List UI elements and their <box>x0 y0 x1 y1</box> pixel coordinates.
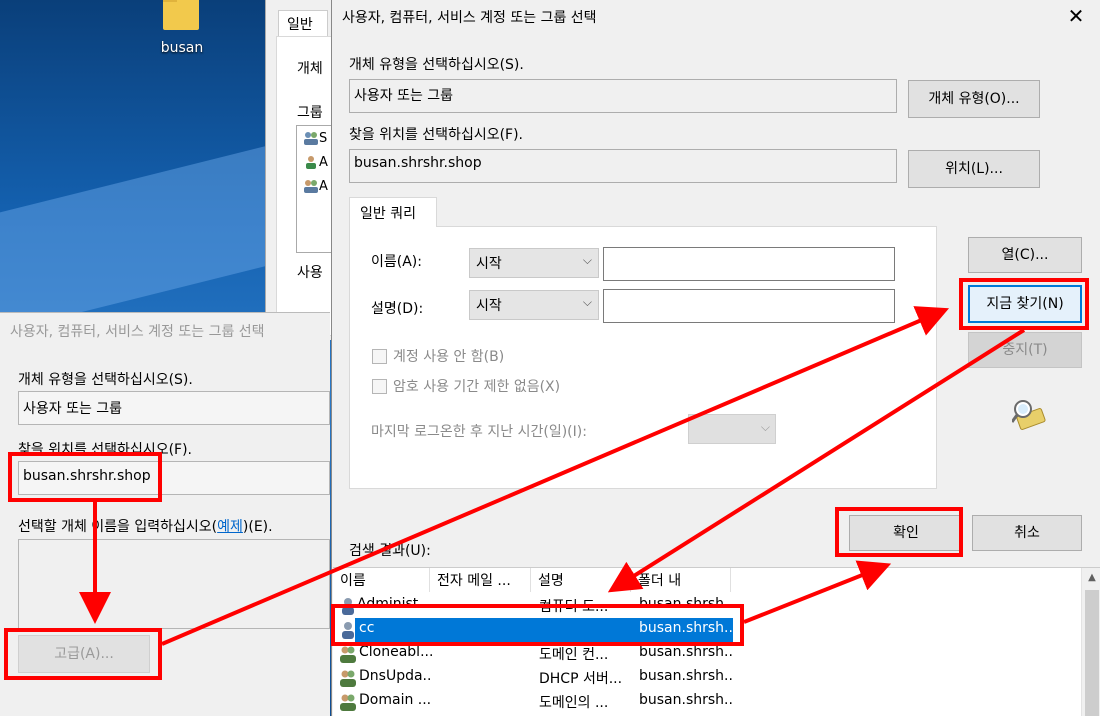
examples-link[interactable]: 예제 <box>217 519 243 535</box>
common-queries-panel: 이름(A): 시작 ⌵ 설명(D): 시작 ⌵ 계정 사용 안 함(B) 암호 … <box>349 226 937 489</box>
object-type-field: 사용자 또는 그룹 <box>349 79 897 113</box>
list-item-label: S <box>319 130 328 146</box>
object-type-label: 개체 유형을 선택하십시오(S). <box>18 372 193 388</box>
annotation-box-advanced <box>4 628 162 680</box>
row-description: 도메인의 ... <box>539 695 609 711</box>
chevron-down-icon: ⌵ <box>582 253 592 267</box>
folder-icon <box>163 0 199 30</box>
column-header-name[interactable]: 이름 <box>333 568 430 592</box>
row-name: Domain ... <box>359 692 432 708</box>
checkbox-label: 암호 사용 기간 제한 없음(X) <box>393 379 561 395</box>
name-match-select[interactable]: 시작 ⌵ <box>469 248 599 278</box>
days-since-logon-label: 마지막 로그온한 후 지난 시간(일)(I): <box>371 424 587 440</box>
row-name: Cloneabl... <box>359 644 433 660</box>
dialog-title: 사용자, 컴퓨터, 서비스 계정 또는 그룹 선택 <box>10 324 265 340</box>
object-names-input[interactable] <box>18 539 330 629</box>
list-item-label: A <box>319 178 328 194</box>
search-results-label: 검색 결과(U): <box>349 543 431 559</box>
enter-names-suffix: )(E). <box>242 519 273 535</box>
annotation-box-find-now <box>959 278 1089 330</box>
annotation-box-ok <box>835 507 963 557</box>
description-input[interactable] <box>603 289 895 323</box>
non-expiring-passwords-checkbox[interactable]: 암호 사용 기간 제한 없음(X) <box>372 376 560 396</box>
desktop-folder-busan[interactable]: busan <box>150 0 214 64</box>
days-since-logon-select[interactable]: ⌵ <box>688 414 776 444</box>
checkbox-label: 계정 사용 안 함(B) <box>393 349 505 365</box>
row-folder: busan.shrsh... <box>639 692 733 708</box>
object-type-label: 개체 유형을 선택하십시오(S). <box>349 57 524 73</box>
close-icon[interactable]: ✕ <box>1064 4 1088 28</box>
group-label: 그룹 <box>297 105 323 121</box>
dialog-title: 사용자, 컴퓨터, 서비스 계정 또는 그룹 선택 <box>342 10 597 26</box>
cancel-button[interactable]: 취소 <box>972 515 1082 551</box>
list-item[interactable]: S <box>297 126 335 150</box>
location-label: 찾을 위치를 선택하십시오(F). <box>349 127 524 143</box>
scroll-thumb[interactable] <box>1085 590 1099 716</box>
annotation-box-selected-row <box>331 604 744 646</box>
location-field: busan.shrshr.shop <box>349 149 897 183</box>
list-item[interactable]: A <box>297 150 335 174</box>
columns-button[interactable]: 열(C)... <box>968 237 1082 273</box>
group-icon <box>304 180 318 193</box>
table-row[interactable]: DnsUpda... DHCP 서버... busan.shrsh... <box>333 666 733 690</box>
annotation-box-location <box>8 452 162 502</box>
checkbox-box[interactable] <box>372 378 387 394</box>
group-icon <box>340 646 356 663</box>
locations-button[interactable]: 위치(L)... <box>908 150 1040 188</box>
group-icon <box>304 132 318 145</box>
name-input[interactable] <box>603 247 895 281</box>
disabled-accounts-checkbox[interactable]: 계정 사용 안 함(B) <box>372 346 504 366</box>
description-match-value: 시작 <box>476 298 502 314</box>
description-match-select[interactable]: 시작 ⌵ <box>469 290 599 320</box>
list-item[interactable]: A <box>297 174 335 198</box>
row-folder: busan.shrsh... <box>639 668 733 684</box>
checkbox-box[interactable] <box>372 348 387 364</box>
stop-button[interactable]: 중지(T) <box>968 332 1082 368</box>
user-icon <box>306 156 316 169</box>
chevron-down-icon: ⌵ <box>582 295 592 309</box>
row-description: 도메인 컨... <box>539 647 609 663</box>
desktop-icon-label: busan <box>160 40 204 56</box>
column-header-description[interactable]: 설명 <box>531 568 631 592</box>
object-type-field: 사용자 또는 그룹 <box>18 391 330 425</box>
name-label: 이름(A): <box>371 254 422 270</box>
name-match-value: 시작 <box>476 256 502 272</box>
group-list[interactable]: S A A <box>296 125 336 253</box>
column-header-folder[interactable]: 폴더 내 <box>631 568 731 592</box>
group-icon <box>340 694 356 711</box>
scroll-up-icon[interactable]: ▲ <box>1082 568 1100 588</box>
results-header: 이름 전자 메일 ... 설명 폴더 내 <box>333 568 731 592</box>
tab-common-queries[interactable]: 일반 쿼리 <box>349 197 437 227</box>
object-types-button[interactable]: 개체 유형(O)... <box>908 80 1040 118</box>
table-row[interactable]: Domain ... 도메인의 ... busan.shrsh... <box>333 690 733 714</box>
search-key-icon <box>1012 400 1046 430</box>
usage-label: 사용 <box>297 265 323 281</box>
tab-general[interactable]: 일반 <box>278 10 328 36</box>
results-scrollbar[interactable]: ▲ <box>1081 568 1100 716</box>
column-header-email[interactable]: 전자 메일 ... <box>430 568 531 592</box>
enter-names-prefix: 선택할 개체 이름을 입력하십시오( <box>18 519 218 535</box>
description-label: 설명(D): <box>371 301 424 317</box>
row-description: DHCP 서버... <box>539 671 623 687</box>
row-folder: busan.shrsh... <box>639 644 733 660</box>
group-icon <box>340 670 356 687</box>
row-name: DnsUpda... <box>359 668 433 684</box>
chevron-down-icon: ⌵ <box>760 420 770 434</box>
object-label: 개체 <box>297 61 323 77</box>
enter-names-label: 선택할 개체 이름을 입력하십시오(예제)(E). <box>18 516 273 536</box>
list-item-label: A <box>319 154 328 170</box>
